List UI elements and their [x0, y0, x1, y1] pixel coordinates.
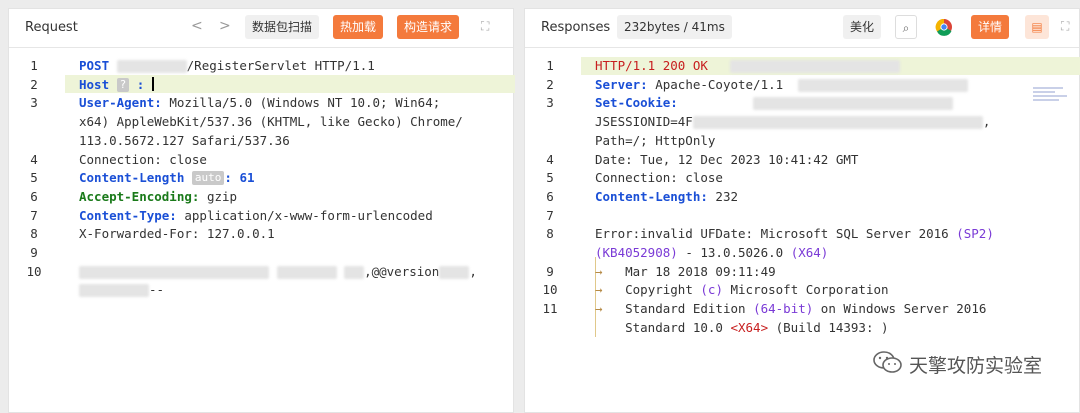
line-number: 9	[546, 263, 554, 279]
set-cookie-cont: Path=/; HttpOnly	[595, 132, 716, 148]
response-header: Responses 232bytes / 41ms 美化 ⌕ 详情 ▤ ⛶	[525, 9, 1079, 48]
body-line-cont: --	[79, 281, 164, 300]
wechat-icon	[873, 350, 903, 379]
accept-encoding-line: Accept-Encoding: gzip	[79, 188, 238, 204]
line-number: 11	[542, 301, 558, 317]
edition-line: → Standard Edition (64-bit) on Windows S…	[595, 301, 987, 317]
edition-line-cont: Standard 10.0 <X64> (Build 14393: )	[625, 319, 889, 335]
date-line: Date: Tue, 12 Dec 2023 10:41:42 GMT	[595, 151, 859, 167]
line-number: 4	[30, 151, 38, 167]
line-number: 10	[26, 263, 42, 279]
line-number: 10	[542, 282, 558, 298]
line-number: 6	[546, 188, 554, 204]
line-number: 8	[30, 226, 38, 242]
server-line: Server: Apache-Coyote/1.1	[595, 76, 969, 95]
content-type-line: Content-Type: application/x-www-form-url…	[79, 207, 433, 223]
watermark: 天擎攻防实验室	[873, 350, 1042, 379]
connection-line: Connection: close	[79, 151, 207, 167]
detail-button[interactable]: 详情	[971, 15, 1010, 39]
body-line: ,@@version,	[79, 263, 477, 282]
minimap[interactable]	[1033, 85, 1073, 115]
line-number: 7	[30, 207, 38, 223]
nav-next-icon[interactable]: >	[219, 18, 231, 34]
line-number: 7	[546, 207, 554, 223]
line-number: 2	[30, 76, 38, 92]
expand-icon[interactable]: ⛶	[1061, 19, 1069, 34]
request-header: Request < > 数据包扫描 热加载 构造请求 ⛶	[9, 9, 513, 48]
content-length-line: Content-Length: 232	[595, 188, 738, 204]
set-cookie-cont: JSESSIONID=4F,	[595, 114, 991, 130]
line-number: 5	[30, 170, 38, 186]
user-agent-cont: x64) AppleWebKit/537.36 (KHTML, like Gec…	[79, 114, 463, 130]
status-line: HTTP/1.1 200 OK	[595, 57, 901, 76]
expand-icon[interactable]: ⛶	[481, 19, 489, 34]
line-number: 5	[546, 170, 554, 186]
line-number: 9	[30, 245, 38, 260]
line-number: 1	[546, 58, 554, 73]
error-line-cont: (KB4052908) - 13.0.5026.0 (X64)	[595, 245, 829, 260]
size-time-badge: 232bytes / 41ms	[617, 15, 732, 39]
request-line: POST /RegisterServlet HTTP/1.1	[79, 58, 375, 73]
request-editor[interactable]: 1 2 3 4 5 6 7 8 9 10 POST /RegisterServl…	[9, 47, 515, 412]
user-agent-line: User-Agent: Mozilla/5.0 (Windows NT 10.0…	[79, 95, 441, 111]
line-number: 4	[546, 151, 554, 167]
x-forwarded-line: X-Forwarded-For: 127.0.0.1	[79, 226, 275, 242]
response-title: Responses	[541, 20, 611, 35]
beautify-button[interactable]: 美化	[843, 15, 882, 39]
build-date-line: → Mar 18 2018 09:11:49	[595, 263, 776, 279]
copyright-line: → Copyright (c) Microsoft Corporation	[595, 282, 889, 298]
set-cookie-line: Set-Cookie:	[595, 94, 954, 113]
nav-prev-icon[interactable]: <	[191, 18, 203, 34]
user-agent-cont: 113.0.5672.127 Safari/537.36	[79, 132, 290, 148]
line-number: 2	[546, 76, 554, 92]
line-number: 3	[30, 95, 38, 111]
line-number: 8	[546, 226, 554, 242]
request-title: Request	[25, 20, 78, 35]
hot-load-button[interactable]: 热加载	[333, 15, 384, 39]
content-length-line: Content-Length auto: 61	[79, 170, 255, 186]
line-number: 3	[546, 95, 554, 111]
watermark-text: 天擎攻防实验室	[908, 355, 1042, 377]
search-icon[interactable]: ⌕	[895, 15, 917, 39]
line-number: 1	[30, 58, 38, 73]
error-line: Error:invalid UFDate: Microsoft SQL Serv…	[595, 226, 994, 242]
request-panel: Request < > 数据包扫描 热加载 构造请求 ⛶ 1 2 3 4 5 6…	[8, 8, 515, 413]
packet-scan-button[interactable]: 数据包扫描	[245, 15, 320, 39]
chrome-icon[interactable]	[935, 15, 957, 39]
line-number: 6	[30, 188, 38, 204]
chat-icon[interactable]: ▤	[1025, 15, 1049, 39]
connection-line: Connection: close	[595, 170, 723, 186]
host-line: Host ? :	[79, 76, 154, 95]
build-request-button[interactable]: 构造请求	[397, 15, 460, 39]
